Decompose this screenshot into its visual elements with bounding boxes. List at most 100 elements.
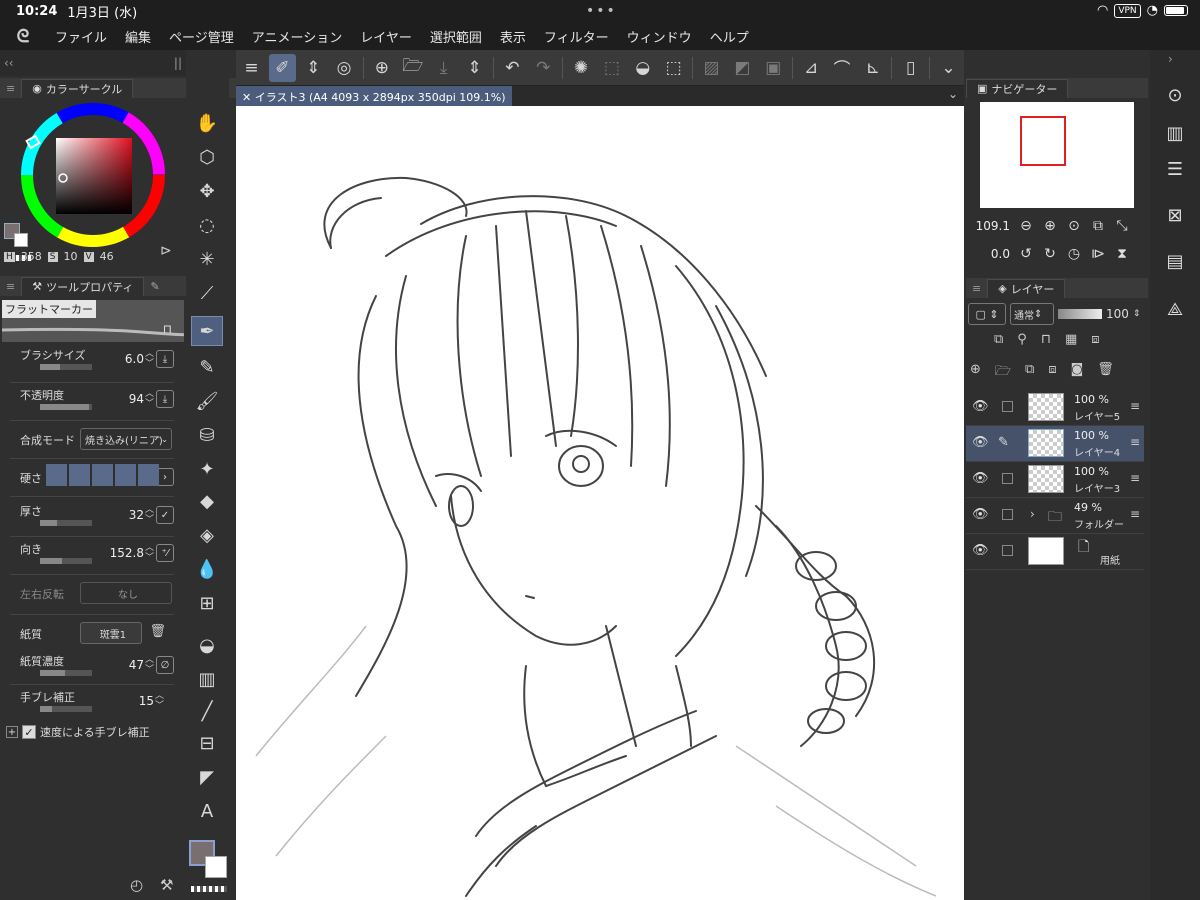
loading-icon[interactable]: ✺ (568, 54, 595, 82)
eye-icon[interactable]: 👁 (972, 543, 989, 558)
clear-selection-icon[interactable]: ⬚ (598, 54, 625, 82)
speed-stabilization-checkbox[interactable]: ✓ (22, 725, 36, 739)
new-raster-layer-icon[interactable]: ⊕ (970, 362, 981, 384)
tab-list-chevron-icon[interactable]: ⌄ (948, 87, 958, 101)
paper-texture-button[interactable]: 斑雲1 (80, 622, 142, 644)
menu-edit[interactable]: 編集 (125, 27, 151, 46)
open-folder-icon[interactable]: 🗁 (399, 54, 426, 82)
delete-layer-icon[interactable]: 🗑 (1097, 362, 1114, 384)
transparent-color-indicator[interactable] (191, 886, 227, 892)
mask-toggle-icon[interactable]: ⧈ (1091, 332, 1099, 347)
figure-ruler-tool-icon[interactable]: ⊞ (191, 588, 223, 618)
drag-handle-icon[interactable]: ≡ (1130, 507, 1140, 521)
layer-color-dropdown[interactable]: ▢ ⇕ (968, 303, 1006, 325)
eye-icon[interactable]: 👁 (972, 507, 989, 522)
menu-page[interactable]: ページ管理 (169, 27, 234, 46)
fill-tool-icon[interactable]: ◒ (191, 630, 223, 660)
ruler-snap-icon[interactable]: ⊿ (798, 54, 825, 82)
flip-vertical-icon[interactable]: ⧗ (1110, 246, 1134, 262)
fill-selection-icon[interactable]: ◒ (629, 54, 656, 82)
rotation-reset-icon[interactable]: ◷ (1062, 246, 1086, 262)
stepper-icon[interactable]: ⇕ (300, 54, 327, 82)
zoom-out-icon[interactable]: ⊖ (1014, 218, 1038, 234)
brush-tool-icon[interactable]: 🖌 (191, 386, 223, 416)
deselect-icon[interactable]: ▨ (698, 54, 725, 82)
new-folder-icon[interactable]: 🗁 (995, 362, 1011, 384)
tab-color-circle[interactable]: ◉ カラーサークル (21, 78, 134, 98)
pen-tool-icon[interactable]: ✒ (191, 316, 223, 346)
tool-select-icon[interactable]: ✐ (268, 53, 296, 82)
zoom-in-icon[interactable]: ⊕ (1038, 218, 1062, 234)
item-bank-icon[interactable]: ▤ (1162, 248, 1188, 274)
history-icon[interactable]: ☰ (1162, 156, 1188, 182)
layer-select-checkbox[interactable] (1002, 545, 1013, 556)
save-icon[interactable]: ⤓ (430, 54, 457, 82)
zoom-value[interactable]: 109.1 (966, 219, 1014, 233)
sub-color-swatch[interactable] (14, 233, 28, 247)
dock-grip-icon[interactable]: || (174, 56, 182, 70)
object-tool-icon[interactable]: ⬡ (191, 142, 223, 172)
hand-tool-icon[interactable]: ✋ (191, 108, 223, 138)
opacity-stepper[interactable]: ︿ ﹀ (145, 389, 154, 409)
menu-help[interactable]: ヘルプ (710, 27, 749, 46)
drag-handle-icon[interactable]: ≡ (1130, 399, 1140, 413)
color-wheel[interactable] (0, 98, 186, 248)
menu-animation[interactable]: アニメーション (252, 27, 342, 46)
layer-opacity-slider[interactable] (1058, 309, 1102, 319)
drawing-canvas[interactable] (236, 106, 964, 900)
eye-icon[interactable]: 👁 (972, 435, 989, 450)
paper-density-slider[interactable] (40, 670, 92, 676)
opacity-dynamics-button[interactable]: ⤓ (156, 390, 174, 408)
paper-density-dynamics-button[interactable]: ∅ (156, 656, 174, 674)
sub-view-icon[interactable]: ⊙ (1162, 82, 1188, 108)
tab-layer[interactable]: ◈ レイヤー (987, 278, 1066, 298)
duplicate-layer-icon[interactable]: ⧉ (1025, 362, 1034, 384)
lock-icon[interactable]: ⊓ (163, 322, 172, 336)
flip-dropdown[interactable]: なし (80, 582, 172, 604)
layer-row[interactable]: 👁 100 % レイヤー3 ≡ (966, 462, 1144, 498)
auto-action-icon[interactable]: ⟁ (1162, 296, 1188, 322)
wrench-settings-icon[interactable]: ⚒ (160, 876, 173, 894)
tab-navigator[interactable]: ▣ ナビゲーター (966, 78, 1069, 98)
lasso-tool-icon[interactable]: ◌ (191, 210, 223, 240)
drag-handle-icon[interactable]: ≡ (1130, 435, 1140, 449)
panel-menu-icon[interactable]: ≡ (972, 282, 981, 295)
fit-window-icon[interactable]: ⤡ (1110, 218, 1134, 234)
sub-color-indicator[interactable] (205, 856, 227, 878)
layer-row[interactable]: 👁 › 🗀 49 % フォルダー ≡ (966, 498, 1144, 534)
panel-menu-icon[interactable]: ≡ (6, 82, 15, 95)
flip-horizontal-icon[interactable]: ⧐ (1086, 246, 1110, 262)
opacity-slider[interactable] (40, 404, 92, 410)
layer-select-checkbox[interactable] (1002, 509, 1013, 520)
menu-filter[interactable]: フィルター (544, 27, 609, 46)
select-border-icon[interactable]: ▣ (760, 54, 787, 82)
brush-size-slider[interactable] (40, 364, 92, 370)
rotate-left-icon[interactable]: ↺ (1014, 246, 1038, 262)
move-tool-icon[interactable]: ✥ (191, 176, 223, 206)
decoration-tool-icon[interactable]: ✦ (191, 454, 223, 484)
paper-density-stepper[interactable]: ︿ ﹀ (145, 655, 154, 675)
brush-size-stepper[interactable]: ︿ ﹀ (145, 349, 154, 369)
fit-view-icon[interactable]: ⧉ (1086, 218, 1110, 234)
material-icon[interactable]: ⊠ (1162, 202, 1188, 228)
trash-icon[interactable]: 🗑 (149, 624, 166, 639)
lock-layer-icon[interactable]: ⊓ (1041, 332, 1051, 347)
layer-select-checkbox[interactable] (1002, 473, 1013, 484)
panel-menu-icon[interactable]: ≡ (6, 280, 15, 293)
pencil-tool-icon[interactable]: ✎ (191, 352, 223, 382)
layer-select-checkbox[interactable] (1002, 401, 1013, 412)
direction-value[interactable]: 152.8 (110, 546, 144, 560)
layer-mask-icon[interactable]: ◙ (1071, 362, 1084, 384)
smartphone-icon[interactable]: ▯ (897, 54, 924, 82)
redo-icon[interactable]: ↷ (530, 54, 557, 82)
brush-size-value[interactable]: 6.0 (125, 352, 144, 366)
reference-layer-icon[interactable]: ⚲ (1017, 332, 1027, 347)
layer-row[interactable]: 👁 100 % レイヤー5 ≡ (966, 390, 1144, 426)
color-history-icon[interactable]: ⊳ (160, 243, 172, 259)
zoom-reset-icon[interactable]: ⊙ (1062, 218, 1086, 234)
brush-tilt-icon[interactable]: ⌒ (829, 54, 856, 82)
thickness-value[interactable]: 32 (129, 508, 144, 522)
gradient-tool-icon[interactable]: ▥ (191, 664, 223, 694)
eraser-alt-tool-icon[interactable]: ◈ (191, 520, 223, 550)
frame-tool-icon[interactable]: ⊟ (191, 728, 223, 758)
